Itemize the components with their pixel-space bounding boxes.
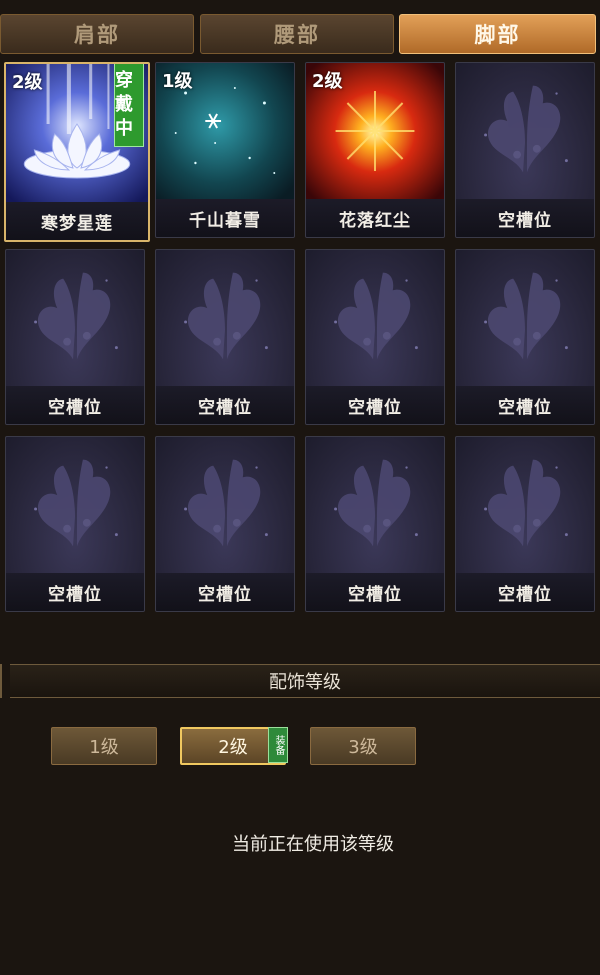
empty-slot[interactable]: 空槽位	[5, 249, 145, 425]
header-ornament	[0, 664, 10, 698]
slot-name: 空槽位	[456, 386, 594, 424]
slot-name: 花落红尘	[306, 199, 444, 237]
empty-slot[interactable]: 空槽位	[155, 436, 295, 612]
butterfly-icon	[334, 272, 418, 360]
tab-feet[interactable]: 脚部	[399, 14, 596, 54]
slot-name: 空槽位	[6, 573, 144, 611]
butterfly-icon	[184, 272, 268, 360]
slot-name: 空槽位	[456, 573, 594, 611]
empty-slot[interactable]: 空槽位	[5, 436, 145, 612]
butterfly-icon	[484, 85, 568, 173]
butterfly-icon	[34, 272, 118, 360]
empty-slot[interactable]: 空槽位	[455, 436, 595, 612]
butterfly-icon	[334, 459, 418, 547]
accessory-level-header: 配饰等级	[10, 664, 600, 698]
butterfly-icon	[484, 272, 568, 360]
accessory-slot[interactable]: 1级 千山暮雪	[155, 62, 295, 238]
equipped-badge: 穿戴中	[114, 64, 144, 147]
empty-slot[interactable]: 空槽位	[155, 249, 295, 425]
slot-name: 空槽位	[306, 573, 444, 611]
status-text: 当前正在使用该等级	[232, 834, 394, 855]
slot-level: 1级	[162, 71, 193, 92]
level-3-button[interactable]: 3级	[310, 727, 416, 765]
accessory-slot[interactable]: 2级 花落红尘	[305, 62, 445, 238]
slot-name: 空槽位	[156, 386, 294, 424]
butterfly-icon	[484, 459, 568, 547]
accessory-tabs: 肩部 腰部 脚部	[0, 0, 600, 58]
slot-name: 寒梦星莲	[6, 202, 148, 240]
tab-waist[interactable]: 腰部	[200, 14, 394, 54]
slot-level: 2级	[12, 72, 43, 93]
tab-shoulder[interactable]: 肩部	[0, 14, 194, 54]
accessory-slot[interactable]: 2级 穿戴中 寒梦星莲	[4, 62, 150, 242]
slot-name: 空槽位	[306, 386, 444, 424]
slot-name: 空槽位	[6, 386, 144, 424]
empty-slot[interactable]: 空槽位	[305, 436, 445, 612]
level-1-button[interactable]: 1级	[51, 727, 157, 765]
equipped-tag: 装备	[268, 727, 288, 763]
butterfly-icon	[184, 459, 268, 547]
slot-level: 2级	[312, 71, 343, 92]
slot-name: 千山暮雪	[156, 199, 294, 237]
section-title: 配饰等级	[269, 672, 341, 693]
slot-name: 空槽位	[156, 573, 294, 611]
slot-name: 空槽位	[456, 199, 594, 237]
empty-slot[interactable]: 空槽位	[305, 249, 445, 425]
empty-slot[interactable]: 空槽位	[455, 249, 595, 425]
empty-slot[interactable]: 空槽位	[455, 62, 595, 238]
butterfly-icon	[34, 459, 118, 547]
